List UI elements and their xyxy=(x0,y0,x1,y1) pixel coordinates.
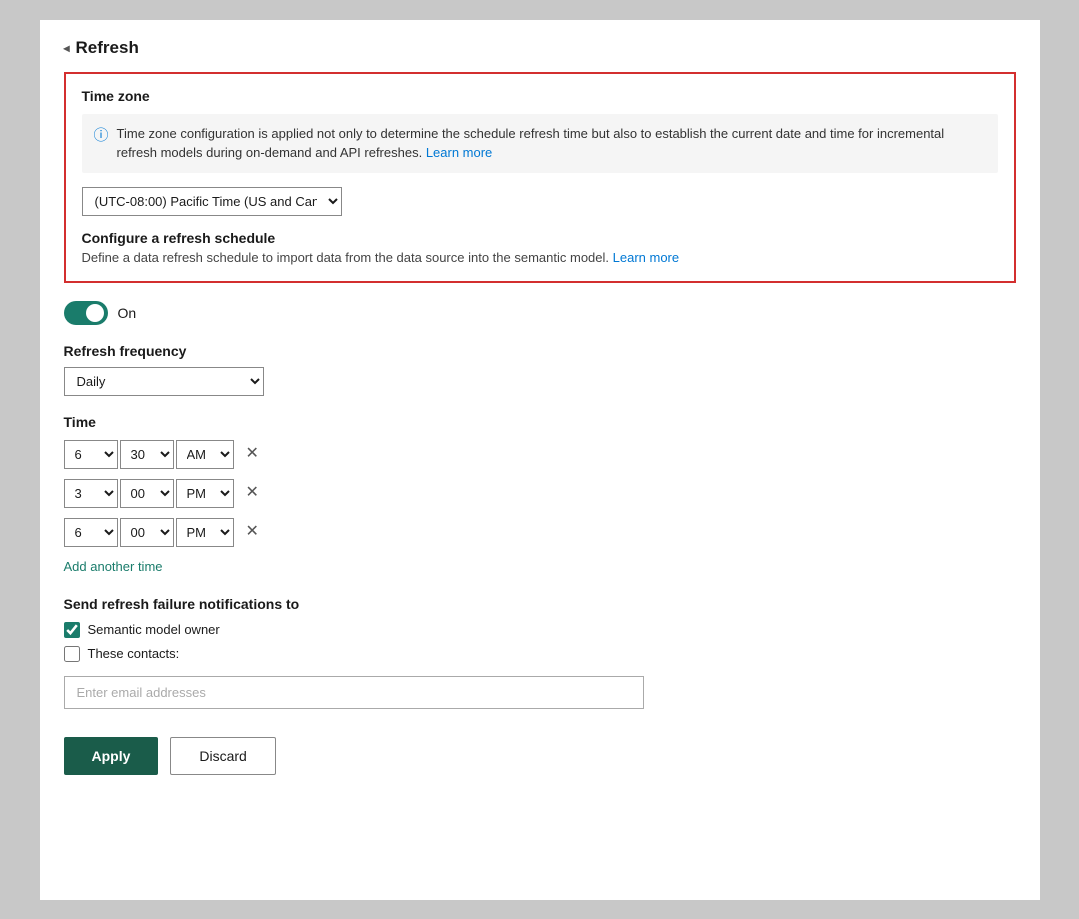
toggle-row: On xyxy=(64,301,1016,325)
time2-remove-button[interactable]: ✕ xyxy=(242,485,263,501)
time3-ampm-select[interactable]: PMAM xyxy=(176,518,234,547)
apply-button[interactable]: Apply xyxy=(64,737,159,775)
back-arrow-icon: ◂ xyxy=(64,41,70,55)
these-contacts-checkbox[interactable] xyxy=(64,646,80,662)
timezone-info-text: Time zone configuration is applied not o… xyxy=(117,124,986,163)
time-row-2: 312456789101112 00153045 PMAM ✕ xyxy=(64,479,1016,508)
semantic-owner-label: Semantic model owner xyxy=(88,622,220,637)
timezone-label: Time zone xyxy=(82,88,998,104)
page-title-text: Refresh xyxy=(76,38,139,58)
notifications-label: Send refresh failure notifications to xyxy=(64,596,1016,612)
time1-hour-select[interactable]: 612345789101112 xyxy=(64,440,118,469)
these-contacts-label: These contacts: xyxy=(88,646,180,661)
time-section-label: Time xyxy=(64,414,1016,430)
on-off-toggle[interactable] xyxy=(64,301,108,325)
add-another-time-link[interactable]: Add another time xyxy=(64,559,163,574)
semantic-owner-checkbox[interactable] xyxy=(64,622,80,638)
discard-button[interactable]: Discard xyxy=(170,737,275,775)
time1-ampm-select[interactable]: AMPM xyxy=(176,440,234,469)
time1-minute-select[interactable]: 30001545 xyxy=(120,440,174,469)
refresh-panel: ◂ Refresh Time zone ⓘ Time zone configur… xyxy=(40,20,1040,900)
page-title: ◂ Refresh xyxy=(64,38,1016,58)
timezone-select[interactable]: (UTC-08:00) Pacific Time (US and Can (UT… xyxy=(82,187,342,216)
time1-remove-button[interactable]: ✕ xyxy=(242,446,263,462)
actions-row: Apply Discard xyxy=(64,737,1016,775)
notifications-section: Send refresh failure notifications to Se… xyxy=(64,596,1016,709)
timezone-info-box: ⓘ Time zone configuration is applied not… xyxy=(82,114,998,173)
timezone-configure-section: Time zone ⓘ Time zone configuration is a… xyxy=(64,72,1016,283)
toggle-label: On xyxy=(118,305,137,321)
time3-minute-select[interactable]: 00153045 xyxy=(120,518,174,547)
info-icon: ⓘ xyxy=(94,125,109,148)
time3-remove-button[interactable]: ✕ xyxy=(242,524,263,540)
configure-learn-more-link[interactable]: Learn more xyxy=(613,250,679,265)
semantic-owner-row: Semantic model owner xyxy=(64,622,1016,638)
configure-schedule-title: Configure a refresh schedule xyxy=(82,230,998,246)
email-input[interactable] xyxy=(64,676,644,709)
time3-hour-select[interactable]: 612345789101112 xyxy=(64,518,118,547)
these-contacts-row: These contacts: xyxy=(64,646,1016,662)
time2-hour-select[interactable]: 312456789101112 xyxy=(64,479,118,508)
toggle-slider xyxy=(64,301,108,325)
refresh-frequency-select[interactable]: Daily Weekly Monthly xyxy=(64,367,264,396)
time-row-3: 612345789101112 00153045 PMAM ✕ xyxy=(64,518,1016,547)
configure-schedule-desc: Define a data refresh schedule to import… xyxy=(82,250,998,265)
refresh-frequency-label: Refresh frequency xyxy=(64,343,1016,359)
time2-minute-select[interactable]: 00153045 xyxy=(120,479,174,508)
time-row-1: 612345789101112 30001545 AMPM ✕ xyxy=(64,440,1016,469)
timezone-learn-more-link[interactable]: Learn more xyxy=(426,145,492,160)
time2-ampm-select[interactable]: PMAM xyxy=(176,479,234,508)
